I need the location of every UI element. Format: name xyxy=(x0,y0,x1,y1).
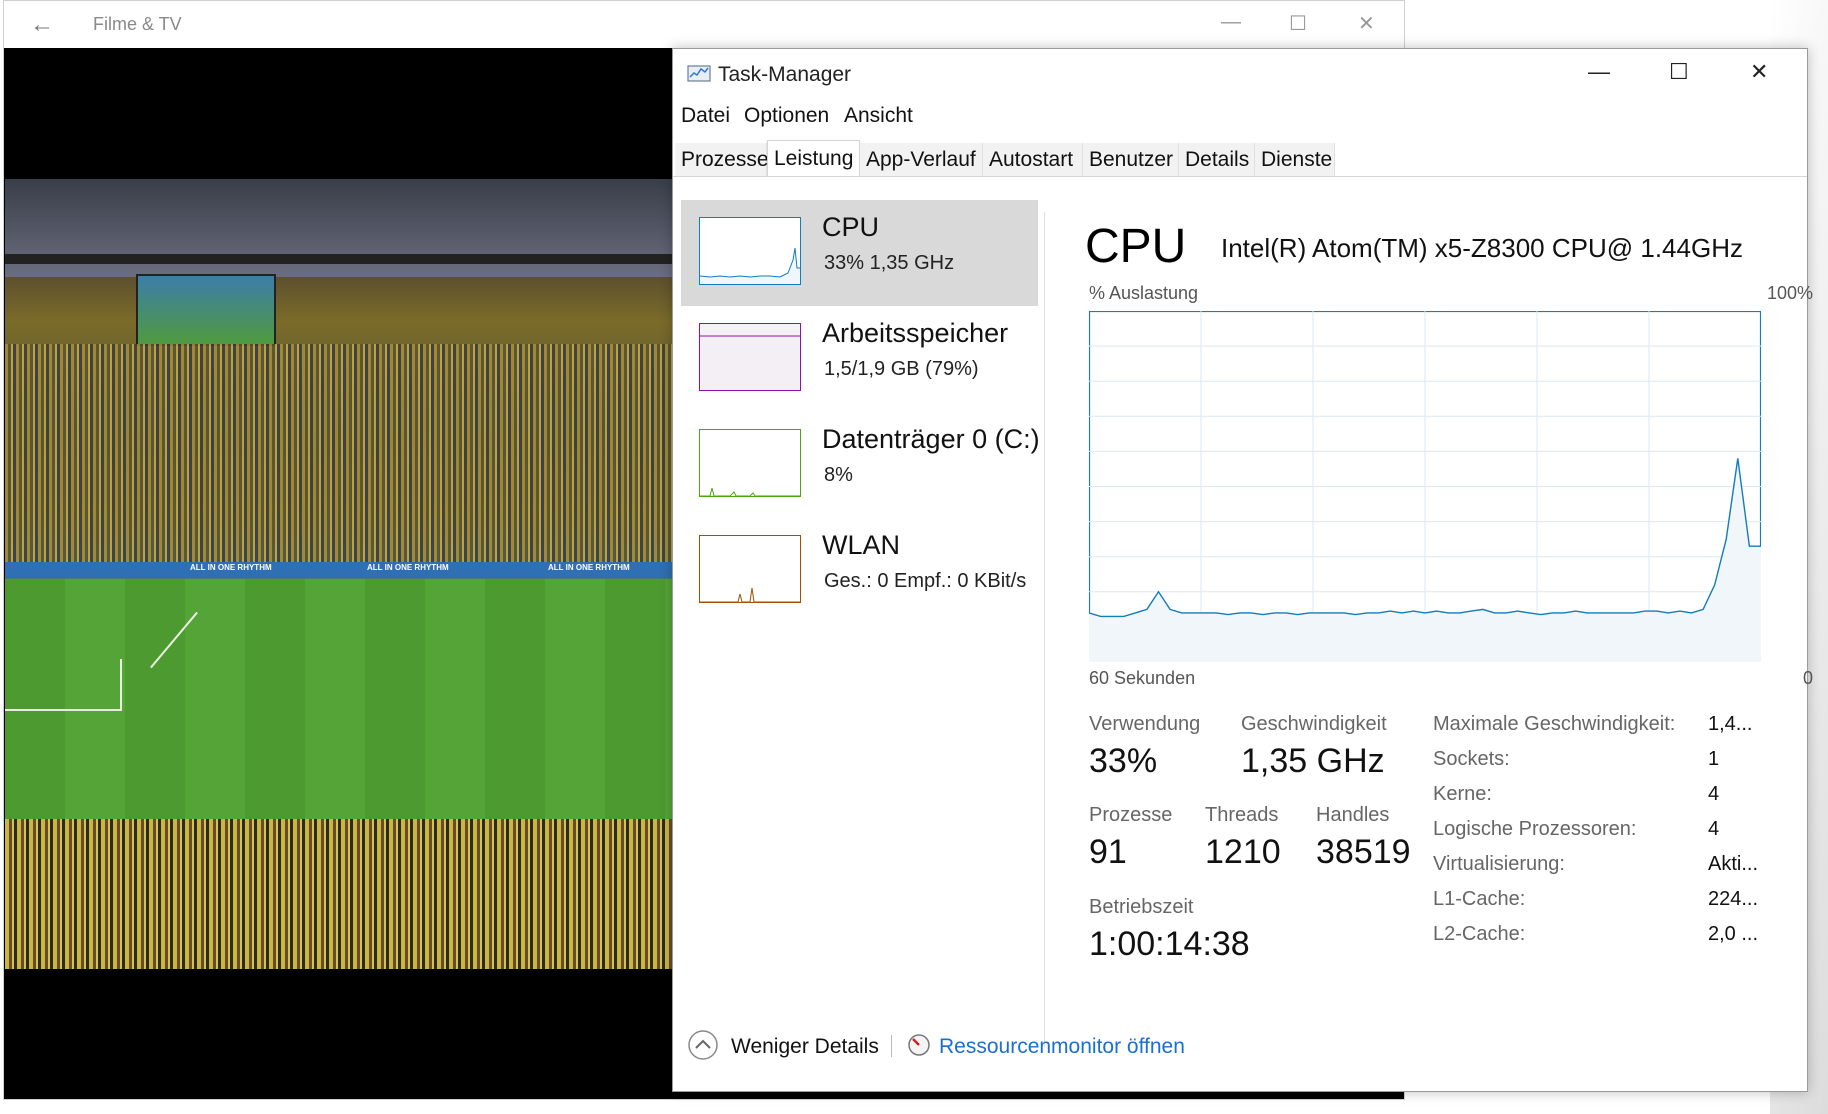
sidebar-item-cpu[interactable]: CPU 33% 1,35 GHz xyxy=(681,200,1038,306)
spec-value: 1 xyxy=(1708,748,1720,770)
minimize-button[interactable]: — xyxy=(1588,59,1610,85)
sidebar-item-name: WLAN xyxy=(822,530,901,560)
speed-label: Geschwindigkeit xyxy=(1241,713,1387,735)
sidebar-item-memory[interactable]: Arbeitsspeicher 1,5/1,9 GB (79%) xyxy=(681,306,1038,412)
panel-divider xyxy=(1044,212,1045,1047)
wlan-thumb-line xyxy=(700,587,800,603)
cpu-thumb-svg xyxy=(699,247,800,284)
football-pitch xyxy=(5,579,675,824)
pitch-line xyxy=(5,709,120,711)
tab-leistung[interactable]: Leistung xyxy=(767,140,860,177)
spec-label: Logische Prozessoren: xyxy=(1433,818,1637,840)
footer-divider xyxy=(891,1035,892,1057)
tab-app-verlauf[interactable]: App-Verlauf xyxy=(860,143,983,176)
processes-label: Prozesse xyxy=(1089,804,1173,826)
usage-value: 33% xyxy=(1089,742,1158,780)
cpu-mini-graph xyxy=(699,217,801,285)
tab-prozesse[interactable]: Prozesse xyxy=(675,143,769,176)
disk-thumb-svg xyxy=(700,487,800,497)
menu-datei[interactable]: Datei xyxy=(681,104,730,128)
menu-ansicht[interactable]: Ansicht xyxy=(844,104,913,128)
cpu-usage-graph xyxy=(1089,311,1761,662)
cpu-thumb-area xyxy=(700,248,800,284)
sidebar-item-value: 8% xyxy=(824,464,853,486)
wlan-mini-graph xyxy=(699,535,801,603)
banner-text: ALL IN ONE RHYTHM xyxy=(548,563,630,572)
graph-y-max: 100% xyxy=(1766,283,1813,303)
uptime-value: 1:00:14:38 xyxy=(1089,925,1250,963)
sidebar-item-disk[interactable]: Datenträger 0 (C:) 8% xyxy=(681,412,1040,518)
cpu-thumb-line xyxy=(699,247,800,278)
spec-label: Maximale Geschwindigkeit: xyxy=(1433,713,1676,735)
stadium-stands xyxy=(5,344,675,564)
speed-value: 1,35 GHz xyxy=(1241,742,1385,780)
sidebar-item-value: Ges.: 0 Empf.: 0 KBit/s xyxy=(824,570,1027,592)
spec-value: 4 xyxy=(1708,818,1720,840)
sidebar-item-wlan[interactable]: WLAN Ges.: 0 Empf.: 0 KBit/s xyxy=(681,518,1038,624)
tab-autostart[interactable]: Autostart xyxy=(983,143,1083,176)
sidebar-item-name: Datenträger 0 (C:) xyxy=(822,424,1040,454)
wlan-thumb-svg xyxy=(700,587,800,603)
processes-value: 91 xyxy=(1089,833,1127,871)
graph-x-label: 60 Sekunden xyxy=(1089,668,1196,688)
uptime-label: Betriebszeit xyxy=(1089,896,1194,918)
tab-details[interactable]: Details xyxy=(1179,143,1255,176)
banner-text: ALL IN ONE RHYTHM xyxy=(367,563,449,572)
spec-label: Sockets: xyxy=(1433,748,1510,770)
memory-mini-graph xyxy=(699,323,801,391)
maximize-button[interactable]: ☐ xyxy=(1289,11,1307,36)
spec-label: L2-Cache: xyxy=(1433,923,1526,945)
spec-value: 224... xyxy=(1708,888,1759,910)
detail-heading: CPU xyxy=(1085,220,1187,273)
cpu-model-name: Intel(R) Atom(TM) x5-Z8300 CPU@ 1.44GHz xyxy=(1221,233,1743,263)
graph-x-min: 0 xyxy=(1802,668,1813,688)
resource-monitor-link[interactable]: Ressourcenmonitor öffnen xyxy=(939,1035,1185,1059)
memory-thumb-area xyxy=(700,336,800,390)
maximize-button[interactable]: ☐ xyxy=(1669,59,1689,85)
tab-dienste[interactable]: Dienste xyxy=(1255,143,1335,176)
sidebar-item-value: 1,5/1,9 GB (79%) xyxy=(824,358,979,380)
disk-mini-graph xyxy=(699,429,801,497)
resource-monitor-icon xyxy=(908,1034,930,1056)
pitch-line xyxy=(120,659,122,711)
usage-label: Verwendung xyxy=(1089,713,1201,735)
spec-value: 4 xyxy=(1708,783,1720,805)
spec-label: Virtualisierung: xyxy=(1433,853,1565,875)
movies-window-title: Filme & TV xyxy=(93,14,182,34)
sidebar-item-name: Arbeitsspeicher xyxy=(822,318,1009,348)
task-manager-window: Task-Manager — ☐ ✕ Datei Optionen Ansich… xyxy=(672,48,1813,1092)
minimize-button[interactable]: — xyxy=(1221,11,1241,34)
spec-label: L1-Cache: xyxy=(1433,888,1526,910)
sidebar-item-name: CPU xyxy=(822,212,880,242)
task-manager-app-icon xyxy=(687,65,711,82)
tab-benutzer[interactable]: Benutzer xyxy=(1083,143,1179,176)
close-button[interactable]: ✕ xyxy=(1750,59,1768,85)
sidebar-item-value: 33% 1,35 GHz xyxy=(824,252,955,274)
spec-value: 2,0 ... xyxy=(1708,923,1759,945)
front-crowd xyxy=(5,819,675,969)
memory-thumb-svg xyxy=(700,335,800,390)
stadium-video-screen xyxy=(136,274,276,346)
video-frame[interactable]: ALL IN ONE RHYTHM ALL IN ONE RHYTHM ALL … xyxy=(5,179,675,969)
less-details-link[interactable]: Weniger Details xyxy=(731,1035,879,1059)
stadium-beam xyxy=(5,254,675,264)
close-button[interactable]: ✕ xyxy=(1358,11,1375,36)
window-title: Task-Manager xyxy=(718,63,852,86)
threads-label: Threads xyxy=(1205,804,1279,826)
movies-titlebar: ← Filme & TV — ☐ ✕ xyxy=(4,1,1404,48)
disk-thumb-line xyxy=(700,487,800,497)
spec-label: Kerne: xyxy=(1433,783,1492,805)
graph-y-label: % Auslastung xyxy=(1089,283,1199,303)
chevron-up-circle-icon[interactable] xyxy=(687,1029,719,1061)
back-arrow-icon[interactable]: ← xyxy=(30,11,54,39)
handles-value: 38519 xyxy=(1316,833,1411,871)
spec-value: 1,4... xyxy=(1708,713,1753,735)
menu-optionen[interactable]: Optionen xyxy=(744,104,829,128)
tab-divider xyxy=(673,176,1807,177)
banner-text: ALL IN ONE RHYTHM xyxy=(190,563,272,572)
threads-value: 1210 xyxy=(1205,833,1281,871)
handles-label: Handles xyxy=(1316,804,1390,826)
spec-value: Akti... xyxy=(1708,853,1759,875)
